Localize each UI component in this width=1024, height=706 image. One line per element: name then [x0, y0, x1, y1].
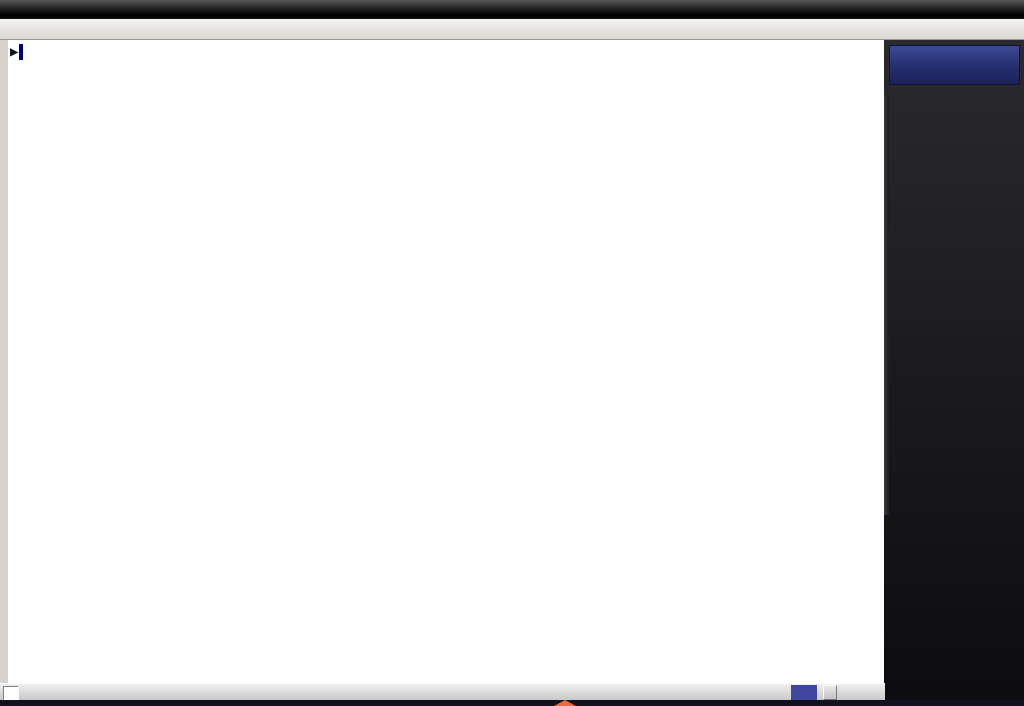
- sidebar-gutter: [884, 95, 889, 515]
- status-bar: [0, 683, 885, 700]
- menu-bar: [0, 19, 1024, 40]
- window-bottom-edge: [0, 700, 1024, 706]
- softkey-menu-title: [889, 45, 1020, 85]
- active-trace-arrow-icon: ▶: [10, 44, 19, 60]
- charts-canvas: [8, 40, 892, 683]
- channel-indicator: [3, 686, 19, 701]
- tr1-badge: [19, 44, 23, 60]
- cal-status-badge: [791, 685, 817, 700]
- alert-badge[interactable]: [823, 685, 837, 700]
- tr1-header[interactable]: ▶: [10, 44, 23, 60]
- softkey-sidebar: [884, 40, 1024, 706]
- instrument-window: ▶: [0, 0, 1024, 706]
- instrument-screen: ▶: [0, 40, 892, 683]
- title-bar: [0, 0, 1024, 19]
